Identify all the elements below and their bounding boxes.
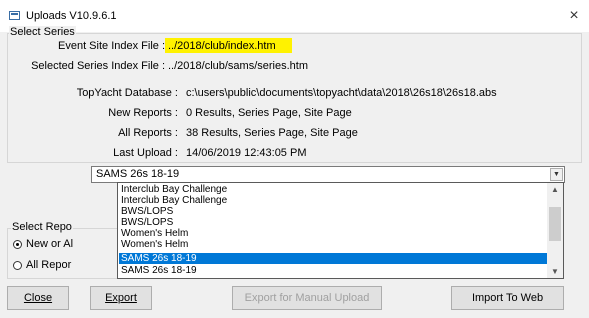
dropdown-option[interactable]: Women's Helm [119, 239, 551, 250]
topyacht-database-value: c:\users\public\documents\topyacht\data\… [186, 87, 497, 99]
new-or-all-radio[interactable] [13, 240, 22, 249]
last-upload-value: 14/06/2019 12:43:05 PM [186, 147, 307, 159]
scroll-thumb[interactable] [549, 207, 561, 241]
app-icon [9, 11, 20, 20]
import-to-web-label: Import To Web [471, 292, 544, 304]
close-button[interactable]: Close [7, 286, 69, 310]
import-to-web-button[interactable]: Import To Web [451, 286, 564, 310]
all-reports-radio-label[interactable]: All Repor [26, 259, 71, 271]
series-select[interactable]: SAMS 26s 18-19 ▼ [91, 166, 565, 183]
dropdown-option[interactable]: Interclub Bay Challenge [119, 195, 551, 206]
export-manual-upload-label: Export for Manual Upload [244, 292, 370, 304]
dropdown-option-selected[interactable]: SAMS 26s 18-19 [119, 253, 551, 264]
scroll-down-icon[interactable]: ▼ [547, 265, 563, 278]
export-button-label: Export [105, 292, 137, 304]
select-reports-group-label: Select Repo [11, 221, 73, 233]
dropdown-option[interactable]: SAMS 26s 18-19 [119, 265, 551, 276]
select-series-group-label: Select Series [9, 26, 76, 38]
title-bar[interactable]: Uploads V10.9.6.1 × [0, 0, 589, 32]
uploads-window: Uploads V10.9.6.1 × Select Series Event … [0, 0, 589, 318]
window-title: Uploads V10.9.6.1 [26, 10, 117, 22]
select-reports-group [7, 228, 119, 279]
dropdown-scrollbar[interactable]: ▲ ▼ [547, 183, 563, 278]
export-manual-upload-button[interactable]: Export for Manual Upload [232, 286, 382, 310]
close-window-icon[interactable]: × [562, 6, 586, 26]
dropdown-option[interactable]: Women's Helm [119, 228, 551, 239]
new-or-all-label[interactable]: New or Al [26, 238, 73, 250]
all-reports-radio[interactable] [13, 261, 22, 270]
topyacht-database-label: TopYacht Database : [76, 87, 178, 99]
dropdown-option[interactable]: BWS/LOPS [119, 206, 551, 217]
dropdown-option[interactable]: Interclub Bay Challenge [119, 184, 551, 195]
dropdown-option[interactable]: BWS/LOPS [119, 217, 551, 228]
new-reports-label: New Reports : [108, 107, 178, 119]
series-select-value: SAMS 26s 18-19 [96, 168, 180, 180]
last-upload-label: Last Upload : [113, 147, 178, 159]
export-button[interactable]: Export [90, 286, 152, 310]
selected-series-index-label: Selected Series Index File : [31, 60, 165, 72]
close-button-label: Close [23, 292, 53, 304]
scroll-up-icon[interactable]: ▲ [547, 183, 563, 196]
chevron-down-icon[interactable]: ▼ [550, 168, 563, 181]
selected-series-index-value: ../2018/club/sams/series.htm [168, 60, 309, 72]
event-site-index-label: Event Site Index File : [58, 40, 165, 52]
new-reports-value: 0 Results, Series Page, Site Page [186, 107, 352, 119]
series-dropdown-list[interactable]: Interclub Bay Challenge Interclub Bay Ch… [117, 182, 564, 279]
all-reports-label: All Reports : [118, 127, 178, 139]
all-reports-value: 38 Results, Series Page, Site Page [186, 127, 358, 139]
event-site-index-value: ../2018/club/index.htm [168, 40, 276, 52]
bottom-strip [0, 312, 589, 318]
